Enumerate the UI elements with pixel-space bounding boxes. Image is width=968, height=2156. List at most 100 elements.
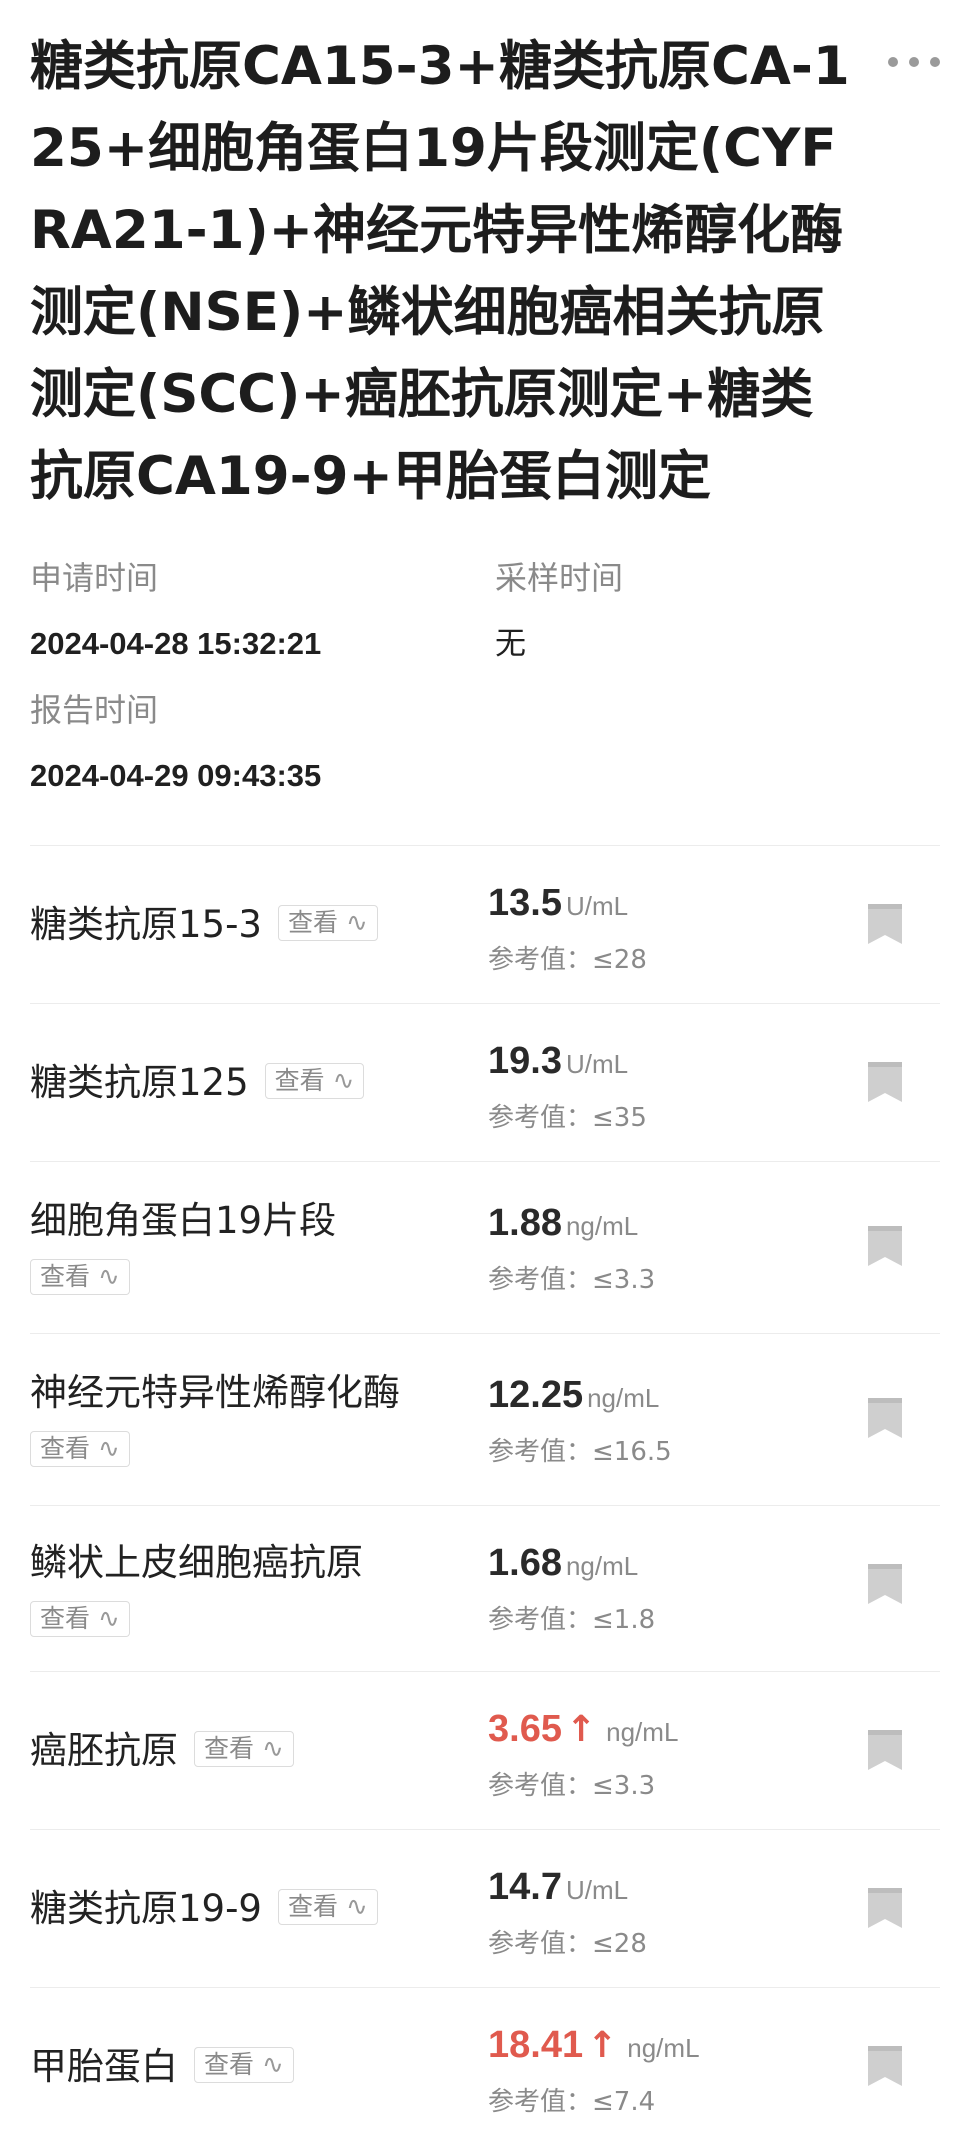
- view-trend-button[interactable]: 查看 ∿: [194, 1730, 294, 1767]
- report-time-value: 2024-04-29 09:43:35: [30, 758, 322, 793]
- value-line: 12.25 ng/mL: [488, 1374, 672, 1430]
- bookmark-icon[interactable]: [868, 1398, 902, 1438]
- item-unit: U/mL: [565, 1875, 629, 1905]
- view-trend-button[interactable]: 查看 ∿: [30, 1258, 130, 1295]
- item-value: 18.41: [488, 2024, 584, 2066]
- value-line: 14.7 U/mL: [488, 1866, 647, 1922]
- view-trend-button[interactable]: 查看 ∿: [194, 2046, 294, 2083]
- page-title: 糖类抗原CA15-3+糖类抗原CA-125+细胞角蛋白19片段测定(CYFRA2…: [30, 36, 850, 507]
- view-trend-label: 查看: [40, 1433, 91, 1463]
- view-trend-button[interactable]: 查看 ∿: [30, 1430, 130, 1467]
- result-row: 神经元特异性烯醇化酶 查看 ∿ 12.25 ng/mL 参考值：≤16.5: [30, 1333, 940, 1505]
- item-value: 19.3: [488, 1040, 562, 1082]
- view-trend-button[interactable]: 查看 ∿: [277, 904, 378, 941]
- more-dot-icon: [930, 57, 940, 67]
- view-trend-label: 查看: [40, 1603, 91, 1633]
- more-dot-icon: [909, 57, 919, 67]
- item-name: 癌胚抗原: [30, 1729, 178, 1772]
- view-trend-button[interactable]: 查看 ∿: [264, 1062, 365, 1099]
- trend-wave-icon: ∿: [262, 2049, 284, 2080]
- value-line: 13.5 U/mL: [488, 882, 647, 938]
- apply-time-label: 申请时间: [30, 559, 159, 597]
- item-result: 14.7 U/mL 参考值：≤28: [488, 1866, 647, 1964]
- value-line: 18.41 ↑ ng/mL: [488, 2024, 700, 2080]
- item-name: 鳞状上皮细胞癌抗原: [30, 1541, 363, 1584]
- more-dot-icon: [888, 57, 898, 67]
- item-value: 1.68: [488, 1542, 562, 1584]
- bookmark-icon[interactable]: [868, 904, 902, 944]
- item-unit: U/mL: [565, 891, 629, 921]
- value-line: 1.88 ng/mL: [488, 1202, 655, 1258]
- result-row: 糖类抗原125 查看 ∿ 19.3 U/mL 参考值：≤35: [30, 1003, 940, 1161]
- item-name-wrap: 甲胎蛋白 查看 ∿: [30, 2038, 490, 2096]
- bookmark-icon[interactable]: [868, 1062, 902, 1102]
- reference-range: 参考值：≤16.5: [488, 1437, 672, 1467]
- reference-range: 参考值：≤28: [488, 1929, 647, 1959]
- reference-range: 参考值：≤28: [488, 945, 647, 975]
- trend-wave-icon: ∿: [332, 1065, 355, 1096]
- item-result: 3.65 ↑ ng/mL 参考值：≤3.3: [488, 1708, 678, 1806]
- view-trend-label: 查看: [287, 1891, 338, 1921]
- bookmark-icon[interactable]: [868, 1226, 902, 1266]
- item-name-wrap: 鳞状上皮细胞癌抗原查看 ∿: [30, 1534, 490, 1650]
- sample-time-label: 采样时间: [495, 559, 624, 597]
- value-line: 3.65 ↑ ng/mL: [488, 1708, 678, 1764]
- view-trend-button[interactable]: 查看 ∿: [277, 1888, 378, 1925]
- item-unit: ng/mL: [587, 1383, 660, 1413]
- value-line: 19.3 U/mL: [488, 1040, 647, 1096]
- more-options-button[interactable]: [888, 48, 940, 76]
- sample-time: 采样时间 无: [495, 556, 623, 666]
- item-name: 糖类抗原125: [30, 1061, 249, 1104]
- reference-range: 参考值：≤35: [488, 1103, 647, 1133]
- item-value: 1.88: [488, 1202, 562, 1244]
- meta-section: 申请时间 2024-04-28 15:32:21 采样时间 无 报告时间 202…: [30, 556, 940, 796]
- item-name: 糖类抗原15-3: [30, 903, 262, 946]
- trend-wave-icon: ∿: [262, 1733, 284, 1764]
- item-result: 1.68 ng/mL 参考值：≤1.8: [488, 1542, 655, 1640]
- bookmark-icon[interactable]: [868, 1730, 902, 1770]
- item-result: 19.3 U/mL 参考值：≤35: [488, 1040, 647, 1138]
- apply-time: 申请时间 2024-04-28 15:32:21: [30, 556, 321, 666]
- sample-time-value: 无: [495, 626, 526, 661]
- view-trend-label: 查看: [40, 1261, 91, 1291]
- bookmark-icon[interactable]: [868, 1888, 902, 1928]
- reference-range: 参考值：≤3.3: [488, 1265, 656, 1295]
- item-result: 13.5 U/mL 参考值：≤28: [488, 882, 647, 980]
- view-trend-label: 查看: [287, 907, 338, 937]
- item-name: 细胞角蛋白19片段: [30, 1199, 337, 1242]
- view-trend-button[interactable]: 查看 ∿: [30, 1600, 130, 1637]
- reference-range: 参考值：≤1.8: [488, 1605, 656, 1635]
- result-row: 糖类抗原15-3 查看 ∿ 13.5 U/mL 参考值：≤28: [30, 845, 940, 1003]
- item-name: 甲胎蛋白: [30, 2045, 178, 2088]
- up-arrow-icon: ↑: [587, 2025, 618, 2066]
- trend-wave-icon: ∿: [98, 1603, 120, 1634]
- item-result: 18.41 ↑ ng/mL 参考值：≤7.4: [488, 2024, 700, 2122]
- reference-range: 参考值：≤3.3: [488, 1771, 656, 1801]
- up-arrow-icon: ↑: [565, 1709, 597, 1750]
- value-line: 1.68 ng/mL: [488, 1542, 655, 1598]
- bookmark-icon[interactable]: [868, 1564, 902, 1604]
- result-row: 细胞角蛋白19片段 查看 ∿ 1.88 ng/mL 参考值：≤3.3: [30, 1161, 940, 1333]
- result-row: 糖类抗原19-9 查看 ∿ 14.7 U/mL 参考值：≤28: [30, 1829, 940, 1987]
- item-value: 3.65: [488, 1708, 562, 1750]
- reference-range: 参考值：≤7.4: [488, 2087, 656, 2117]
- result-row: 癌胚抗原 查看 ∿ 3.65 ↑ ng/mL 参考值：≤3.3: [30, 1671, 940, 1829]
- item-unit: ng/mL: [627, 2033, 700, 2063]
- item-name-wrap: 糖类抗原15-3 查看 ∿: [30, 896, 490, 954]
- item-name-wrap: 神经元特异性烯醇化酶查看 ∿: [30, 1364, 490, 1480]
- view-trend-label: 查看: [204, 1733, 255, 1763]
- item-value: 14.7: [488, 1866, 562, 1908]
- item-name: 神经元特异性烯醇化酶: [30, 1371, 400, 1414]
- result-row: 甲胎蛋白 查看 ∿ 18.41 ↑ ng/mL 参考值：≤7.4: [30, 1987, 940, 2147]
- item-name-wrap: 糖类抗原125 查看 ∿: [30, 1054, 490, 1112]
- view-trend-label: 查看: [274, 1065, 325, 1095]
- item-name-wrap: 癌胚抗原 查看 ∿: [30, 1722, 490, 1780]
- result-list: 糖类抗原15-3 查看 ∿ 13.5 U/mL 参考值：≤28 糖类抗原125 查看 ∿ 19.3…: [30, 845, 940, 2147]
- item-unit: ng/mL: [565, 1551, 639, 1581]
- item-value: 13.5: [488, 882, 562, 924]
- item-unit: ng/mL: [565, 1211, 639, 1241]
- item-name-wrap: 细胞角蛋白19片段查看 ∿: [30, 1192, 490, 1308]
- bookmark-icon[interactable]: [868, 2046, 902, 2086]
- item-name: 糖类抗原19-9: [30, 1887, 262, 1930]
- item-unit: ng/mL: [606, 1717, 679, 1747]
